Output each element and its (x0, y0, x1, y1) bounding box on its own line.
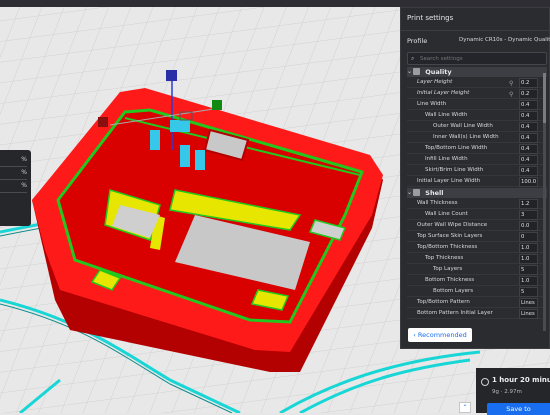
setting-label: Top Thickness (425, 255, 464, 261)
left-panel-row[interactable]: % (0, 180, 27, 193)
setting-row-bottom-pattern-initial-layer[interactable]: Bottom Pattern Initial Layer Lines (407, 308, 547, 319)
setting-label: Bottom Pattern Initial Layer (417, 310, 493, 316)
scrollbar-thumb[interactable] (543, 73, 546, 123)
print-settings-panel: Print settings Profile Dynamic CR10s - D… (400, 7, 550, 349)
search-box[interactable]: ⌕ (407, 52, 547, 65)
category-label: Shell (425, 189, 444, 197)
setting-row-top-bottom-pattern[interactable]: Top/Bottom Pattern Lines (407, 297, 547, 308)
setting-row-initial-layer-height[interactable]: Initial Layer Height ⚲ 0.2 (407, 88, 547, 99)
setting-row-line-width[interactable]: Line Width 0.4 (407, 99, 547, 110)
setting-value[interactable]: 0.4 (519, 166, 538, 176)
setting-row-outer-wall-wipe-distance[interactable]: Outer Wall Wipe Distance 0.0 (407, 220, 547, 231)
recommended-label: Recommended (417, 331, 467, 339)
setting-value[interactable]: 1.0 (519, 276, 538, 286)
setting-label: Top/Bottom Line Width (425, 145, 488, 151)
chevron-down-icon: ⌄ (407, 68, 413, 75)
setting-value[interactable]: 0.4 (519, 111, 538, 121)
save-to-button[interactable]: Save to (487, 403, 550, 415)
setting-row-top-bottom-thickness[interactable]: Top/Bottom Thickness 1.0 (407, 242, 547, 253)
setting-row-inner-wall-line-width[interactable]: Inner Wall(s) Line Width 0.4 (407, 132, 547, 143)
chevron-down-icon: ⌄ (407, 189, 413, 196)
setting-value[interactable]: 5 (519, 265, 538, 275)
setting-label: Top Surface Skin Layers (417, 233, 483, 239)
print-time: 1 hour 20 minutes (492, 376, 550, 384)
setting-value[interactable]: 5 (519, 287, 538, 297)
setting-row-top-bottom-line-width[interactable]: Top/Bottom Line Width 0.4 (407, 143, 547, 154)
left-panel-row[interactable]: % (0, 154, 27, 167)
setting-value[interactable]: 0.2 (519, 78, 538, 88)
setting-value[interactable]: Lines (519, 309, 538, 319)
setting-value[interactable]: 0 (519, 232, 538, 242)
chevron-up-icon: ⌃ (462, 404, 468, 411)
setting-value[interactable]: 0.4 (519, 144, 538, 154)
category-label: Quality (425, 68, 452, 76)
setting-label: Inner Wall(s) Line Width (433, 134, 499, 140)
setting-value[interactable]: 0.4 (519, 155, 538, 165)
setting-value[interactable]: 1.2 (519, 199, 538, 209)
setting-row-wall-thickness[interactable]: Wall Thickness 1.2 (407, 198, 547, 209)
setting-label: Skirt/Brim Line Width (425, 167, 484, 173)
setting-label: Layer Height (417, 79, 453, 85)
output-options-button[interactable]: ⌃ (459, 402, 471, 413)
setting-label: Outer Wall Line Width (433, 123, 493, 129)
setting-value[interactable]: Lines (519, 298, 538, 308)
panel-title: Print settings (407, 14, 454, 22)
settings-scrollbar[interactable] (543, 73, 546, 331)
setting-row-bottom-layers[interactable]: Bottom Layers 5 (407, 286, 547, 297)
setting-row-initial-layer-line-width[interactable]: Initial Layer Line Width 100.0 (407, 176, 547, 187)
setting-row-outer-wall-line-width[interactable]: Outer Wall Line Width 0.4 (407, 121, 547, 132)
setting-label: Bottom Thickness (425, 277, 475, 283)
setting-value[interactable]: 1.0 (519, 254, 538, 264)
category-quality[interactable]: ⌄ Quality (407, 67, 547, 77)
clock-icon (481, 378, 489, 386)
divider (401, 30, 550, 31)
shell-icon (413, 189, 420, 196)
setting-label: Initial Layer Line Width (417, 178, 481, 184)
print-estimate-panel: 1 hour 20 minutes 9g · 2.97m Save to (476, 368, 550, 415)
setting-label: Infill Line Width (425, 156, 468, 162)
setting-row-wall-line-width[interactable]: Wall Line Width 0.4 (407, 110, 547, 121)
quality-icon (413, 68, 420, 75)
left-panel-row[interactable]: % (0, 167, 27, 180)
setting-row-skirt-brim-line-width[interactable]: Skirt/Brim Line Width 0.4 (407, 165, 547, 176)
setting-row-infill-line-width[interactable]: Infill Line Width 0.4 (407, 154, 547, 165)
setting-label: Wall Line Count (425, 211, 468, 217)
setting-label: Bottom Layers (433, 288, 474, 294)
search-icon: ⌕ (411, 55, 415, 62)
setting-label: Top Layers (433, 266, 463, 272)
setting-row-wall-line-count[interactable]: Wall Line Count 3 (407, 209, 547, 220)
setting-value[interactable]: 3 (519, 210, 538, 220)
setting-label: Initial Layer Height (417, 90, 470, 96)
setting-value[interactable]: 0.4 (519, 122, 538, 132)
setting-row-bottom-thickness[interactable]: Bottom Thickness 1.0 (407, 275, 547, 286)
recommended-button[interactable]: ‹ Recommended (408, 328, 472, 342)
profile-select[interactable]: Dynamic CR10s - Dynamic Quality - 0.2mm (459, 34, 550, 47)
setting-value[interactable]: 1.0 (519, 243, 538, 253)
setting-label: Wall Line Width (425, 112, 468, 118)
setting-value[interactable]: 0.0 (519, 221, 538, 231)
material-estimate: 9g · 2.97m (492, 389, 522, 395)
category-shell[interactable]: ⌄ Shell (407, 188, 547, 198)
top-toolbar (0, 0, 550, 7)
setting-label: Top/Bottom Thickness (417, 244, 478, 250)
setting-row-top-thickness[interactable]: Top Thickness 1.0 (407, 253, 547, 264)
setting-row-top-surface-skin-layers[interactable]: Top Surface Skin Layers 0 (407, 231, 547, 242)
setting-row-top-layers[interactable]: Top Layers 5 (407, 264, 547, 275)
setting-label: Wall Thickness (417, 200, 458, 206)
profile-label: Profile (407, 37, 428, 45)
setting-label: Line Width (417, 101, 447, 107)
setting-label: Top/Bottom Pattern (417, 299, 470, 305)
setting-row-layer-height[interactable]: Layer Height ⚲ 0.2 (407, 77, 547, 88)
setting-value[interactable]: 0.2 (519, 89, 538, 99)
setting-label: Outer Wall Wipe Distance (417, 222, 488, 228)
search-input[interactable] (420, 53, 540, 64)
setting-value[interactable]: 0.4 (519, 100, 538, 110)
setting-value[interactable]: 0.4 (519, 133, 538, 143)
setting-value[interactable]: 100.0 (519, 177, 538, 187)
left-settings-panel: % % % (0, 150, 31, 226)
